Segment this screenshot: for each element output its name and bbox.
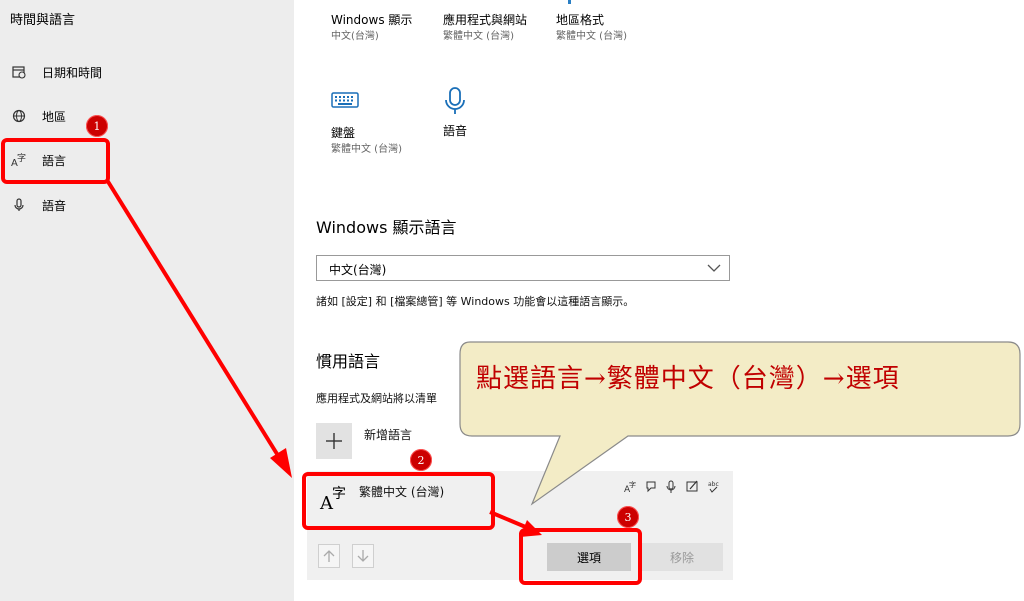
callout-text: 點選語言→繁體中文（台灣）→選項 — [476, 364, 900, 394]
arrow-language-to-item — [105, 178, 292, 478]
highlight-language-nav — [1, 138, 110, 184]
annotation-overlay — [105, 178, 1021, 537]
step-badge-3: 3 — [617, 506, 639, 528]
highlight-language-item — [302, 472, 495, 530]
step-badge-1: 1 — [86, 115, 108, 137]
highlight-options-button — [519, 528, 642, 585]
step-badge-2: 2 — [410, 449, 432, 471]
